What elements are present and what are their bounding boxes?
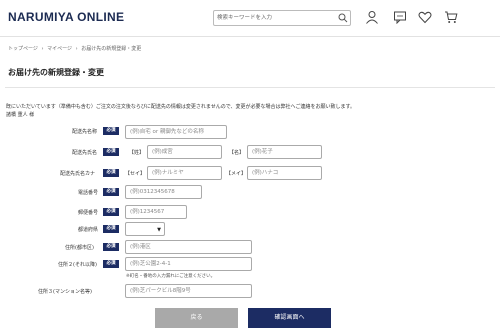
heart-icon[interactable]	[418, 10, 432, 24]
address-name-label: 配送先名称	[72, 129, 98, 135]
address2-input[interactable]	[125, 257, 252, 271]
chevron-down-icon: ▼	[157, 227, 161, 233]
name-label: 配送先氏名	[72, 150, 98, 156]
prefecture-label: 都道府県	[78, 227, 99, 233]
address2-label: 住所２(それ以降)	[58, 262, 97, 268]
zip-input[interactable]	[125, 205, 187, 219]
city-input[interactable]	[125, 240, 252, 254]
mei-label: 【名】	[229, 150, 245, 156]
site-header: NARUMIYA ONLINE	[0, 0, 500, 37]
breadcrumb: トップページ › マイページ › お届け先の新規登録・変更	[8, 45, 143, 52]
address3-input[interactable]	[125, 284, 252, 298]
site-logo[interactable]: NARUMIYA ONLINE	[8, 10, 124, 24]
required-badge: 必須	[103, 127, 119, 135]
required-badge: 必須	[103, 208, 119, 216]
prefecture-select[interactable]: ▼	[125, 222, 165, 236]
mei-input[interactable]	[247, 145, 322, 159]
breadcrumb-separator: ›	[41, 46, 44, 52]
search-box	[213, 10, 351, 26]
message-icon[interactable]	[393, 10, 407, 24]
sei-kana-input[interactable]	[147, 166, 222, 180]
required-badge: 必須	[103, 260, 119, 268]
required-badge: 必須	[103, 169, 119, 177]
breadcrumb-top[interactable]: トップページ	[8, 46, 38, 52]
address2-note: ※町名・番地の入力漏れにご注意ください。	[126, 274, 216, 279]
breadcrumb-current: お届け先の新規登録・変更	[81, 46, 142, 52]
user-icon[interactable]	[365, 10, 379, 24]
kana-label: 配送先氏名カナ	[60, 171, 96, 177]
address3-label: 住所３(マンション名等)	[38, 289, 92, 295]
page-title: お届け先の新規登録・変更	[8, 68, 104, 77]
cart-icon[interactable]	[444, 10, 458, 24]
phone-label: 電話番号	[78, 190, 99, 196]
required-badge: 必須	[103, 243, 119, 251]
city-label: 住所(都市区)	[65, 245, 94, 251]
breadcrumb-separator: ›	[75, 46, 78, 52]
address-name-input[interactable]	[125, 125, 227, 139]
search-icon[interactable]	[338, 13, 348, 23]
required-badge: 必須	[103, 148, 119, 156]
mei-kana-label: 【メイ】	[226, 171, 247, 177]
divider	[5, 87, 495, 88]
zip-label: 郵便番号	[78, 210, 99, 216]
phone-input[interactable]	[125, 185, 202, 199]
required-badge: 必須	[103, 225, 119, 233]
confirm-button[interactable]: 確認画面へ	[248, 308, 331, 328]
sei-label: 【姓】	[129, 150, 145, 156]
notice-text: 既にいただいています（準備中も含む）ご注文の注文後ならびに配送先の情報は変更され…	[6, 104, 356, 110]
breadcrumb-mypage[interactable]: マイページ	[47, 46, 72, 52]
back-button[interactable]: 戻る	[155, 308, 238, 328]
sei-kana-label: 【セイ】	[125, 171, 146, 177]
mei-kana-input[interactable]	[247, 166, 322, 180]
search-input[interactable]	[217, 11, 333, 25]
required-badge: 必須	[103, 188, 119, 196]
sei-input[interactable]	[147, 145, 222, 159]
customer-name: 諸橋 重人 様	[6, 112, 35, 118]
